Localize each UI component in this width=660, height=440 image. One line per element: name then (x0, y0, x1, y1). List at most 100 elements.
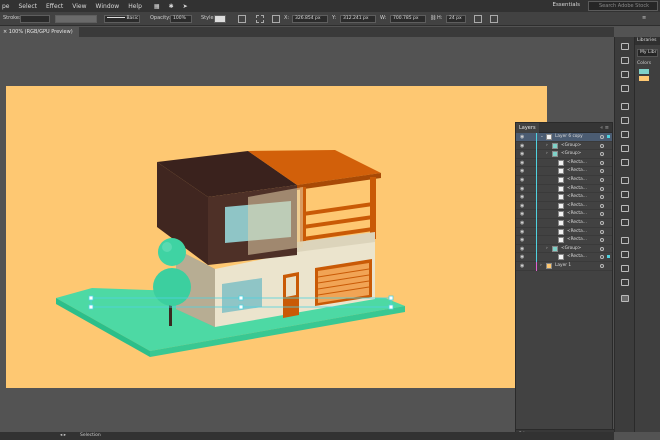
expand-arrow-icon[interactable]: › (546, 246, 548, 252)
layer-row[interactable]: ◉ <Recta... (516, 253, 612, 262)
reference-point-icon[interactable] (272, 15, 280, 23)
selection-indicator[interactable] (607, 255, 610, 259)
target-icon[interactable] (600, 229, 604, 234)
libraries-title[interactable]: Libraries (635, 37, 660, 45)
library-swatch-peach[interactable] (639, 76, 649, 81)
visibility-eye-icon[interactable]: ◉ (520, 263, 524, 269)
target-icon[interactable] (600, 220, 604, 225)
target-icon[interactable] (600, 186, 604, 191)
gradient-panel-icon[interactable] (621, 117, 629, 124)
layers-tab[interactable]: Layers (516, 123, 539, 133)
visibility-eye-icon[interactable]: ◉ (520, 203, 524, 209)
menu-help[interactable]: Help (128, 3, 142, 10)
visibility-eye-icon[interactable]: ◉ (520, 229, 524, 235)
target-icon[interactable] (600, 238, 604, 243)
target-icon[interactable] (600, 263, 604, 268)
layer-row[interactable]: ◉ <Recta... (516, 210, 612, 219)
visibility-eye-icon[interactable]: ◉ (520, 186, 524, 192)
opacity-field[interactable]: 100% (170, 15, 192, 23)
document-tab[interactable]: × 100% (RGB/GPU Preview) (0, 27, 79, 37)
brush-definition-field[interactable]: Basic (104, 15, 140, 23)
pathfinder-panel-icon[interactable] (621, 237, 629, 244)
transform-panel-icon[interactable] (621, 205, 629, 212)
layer-row[interactable]: ◉ <Recta... (516, 167, 612, 176)
menu-more-icon[interactable]: ≡ (642, 15, 646, 21)
y-field[interactable]: 312.241 px (340, 15, 376, 23)
appearance-panel-icon[interactable] (621, 145, 629, 152)
expand-arrow-icon[interactable]: › (546, 143, 548, 149)
library-select[interactable]: My Libr (637, 49, 658, 57)
symbols-panel-icon[interactable] (621, 71, 629, 78)
layer-row[interactable]: ◉ <Recta... (516, 158, 612, 168)
expand-arrow-icon[interactable]: ⌄ (540, 134, 544, 140)
variable-width-field[interactable] (55, 15, 97, 23)
align-panel-icon[interactable] (621, 219, 629, 226)
stroke-weight-field[interactable] (20, 15, 50, 23)
brushes-panel-icon[interactable] (621, 85, 629, 92)
layer-row[interactable]: ◉ › Layer 1 (516, 261, 612, 271)
x-field[interactable]: 326.854 px (292, 15, 328, 23)
color-panel-icon[interactable] (621, 177, 629, 184)
visibility-eye-icon[interactable]: ◉ (520, 220, 524, 226)
visibility-eye-icon[interactable]: ◉ (520, 177, 524, 183)
send-icon[interactable]: ➤ (183, 3, 188, 10)
target-icon[interactable] (600, 177, 604, 182)
align-icon[interactable] (256, 15, 264, 23)
layer-row[interactable]: ◉ <Recta... (516, 184, 612, 194)
menu-window[interactable]: Window (96, 3, 120, 10)
close-icon[interactable]: × (3, 29, 7, 35)
layer-row[interactable]: ◉ › <Group> (516, 141, 612, 151)
transform-icon[interactable] (474, 15, 482, 23)
selection-indicator[interactable] (607, 135, 610, 138)
artboard-nav[interactable]: ◂ ▸ (60, 433, 66, 438)
target-icon[interactable] (600, 255, 604, 260)
target-icon[interactable] (600, 246, 604, 251)
menu-effect[interactable]: Effect (46, 3, 63, 10)
swatches-panel-icon[interactable] (621, 57, 629, 64)
isolate-icon[interactable] (490, 15, 498, 23)
stroke-panel-icon[interactable] (621, 103, 629, 110)
color-guide-panel-icon[interactable] (621, 191, 629, 198)
colors-section-label[interactable]: Colors (637, 61, 658, 66)
layer-row[interactable]: ◉ › <Group> (516, 244, 612, 254)
libraries-panel-icon[interactable] (621, 43, 629, 50)
panel-menu-icon[interactable]: « ≡ (600, 125, 609, 131)
menu-view[interactable]: View (72, 3, 86, 10)
gpu-icon[interactable]: ✱ (169, 3, 174, 10)
height-field[interactable]: 24 px (446, 15, 466, 23)
arrange-icon[interactable]: ▦ (154, 3, 160, 10)
target-icon[interactable] (600, 169, 604, 174)
target-icon[interactable] (600, 203, 604, 208)
visibility-eye-icon[interactable]: ◉ (520, 134, 524, 140)
workspace-switcher[interactable]: Essentials (552, 2, 580, 8)
layer-row[interactable]: ◉ <Recta... (516, 236, 612, 245)
layer-row[interactable]: ◉ › <Group> (516, 150, 612, 159)
layer-row[interactable]: ◉ ⌄ Layer 6 copy (516, 133, 612, 142)
target-icon[interactable] (600, 195, 604, 200)
search-stock-input[interactable]: Search Adobe Stock (588, 1, 658, 11)
target-icon[interactable] (600, 160, 604, 165)
layer-row[interactable]: ◉ <Recta... (516, 175, 612, 185)
transparency-panel-icon[interactable] (621, 131, 629, 138)
target-icon[interactable] (600, 152, 604, 157)
graphic-style-swatch[interactable] (214, 15, 226, 23)
status-tool[interactable]: Selection (80, 433, 101, 438)
visibility-eye-icon[interactable]: ◉ (520, 151, 524, 157)
recolor-icon[interactable] (238, 15, 246, 23)
graphic-styles-panel-icon[interactable] (621, 159, 629, 166)
target-icon[interactable] (600, 212, 604, 217)
layer-row[interactable]: ◉ <Recta... (516, 201, 612, 211)
layer-row[interactable]: ◉ <Recta... (516, 193, 612, 202)
visibility-eye-icon[interactable]: ◉ (520, 194, 524, 200)
expand-arrow-icon[interactable]: › (546, 151, 548, 157)
link-icon[interactable]: ⛓ (430, 15, 436, 21)
target-icon[interactable] (600, 143, 604, 148)
layer-row[interactable]: ◉ <Recta... (516, 218, 612, 228)
expand-arrow-icon[interactable]: › (540, 263, 542, 269)
target-icon[interactable] (600, 135, 604, 139)
menu-select[interactable]: Select (19, 3, 38, 10)
layers-panel-icon[interactable] (621, 295, 629, 302)
menu-type[interactable]: pe (2, 3, 10, 10)
visibility-eye-icon[interactable]: ◉ (520, 211, 524, 217)
width-field[interactable]: 700.785 px (390, 15, 426, 23)
